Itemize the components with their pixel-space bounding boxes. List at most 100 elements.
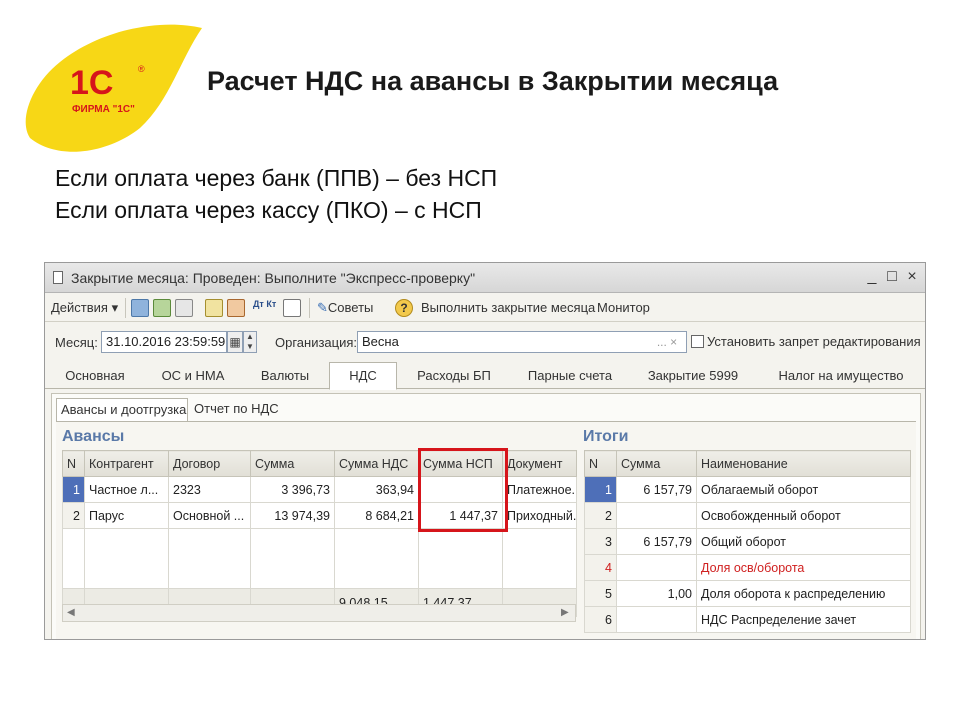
table-row[interactable]: 3 6 157,79 Общий оборот	[584, 528, 911, 555]
totals-title: Итоги	[583, 428, 629, 445]
unpost-document-icon[interactable]	[227, 299, 245, 317]
advice-icon: ✎	[317, 300, 328, 315]
row-number: 5	[584, 580, 617, 607]
column-header[interactable]: N	[62, 450, 85, 477]
table-row[interactable]: 2 Освобожденный оборот	[584, 502, 911, 529]
nsp-column-highlight	[418, 448, 508, 532]
amount-cell[interactable]: 6 157,79	[616, 528, 697, 555]
month-input[interactable]: 31.10.2016 23:59:59	[101, 331, 227, 353]
report-icon[interactable]	[283, 299, 301, 317]
window-titlebar: Закрытие месяца: Проведен: Выполните "Эк…	[45, 263, 925, 293]
column-header[interactable]: Сумма	[250, 450, 335, 477]
amount-cell[interactable]: 3 396,73	[250, 476, 335, 503]
scroll-right-icon[interactable]: ▶	[561, 607, 569, 618]
counterparty-cell[interactable]: Парус	[84, 502, 169, 529]
dt-kt-icon[interactable]: Дт Кт	[253, 300, 276, 318]
row-number: 2	[62, 502, 85, 529]
row-number: 1	[584, 476, 617, 503]
row-number: 4	[584, 554, 617, 581]
column-header[interactable]: Документ	[502, 450, 577, 477]
monitor-button[interactable]: Монитор	[597, 299, 650, 317]
name-cell[interactable]: НДС Распределение зачет	[696, 606, 911, 633]
tab-expenses[interactable]: Расходы БП	[409, 365, 499, 389]
slide-title: Расчет НДС на авансы в Закрытии месяца	[207, 66, 779, 96]
refresh-icon[interactable]	[153, 299, 171, 317]
maximize-button[interactable]: □	[883, 267, 901, 287]
save-icon[interactable]	[131, 299, 149, 317]
tab-fixed-assets[interactable]: ОС и НМА	[151, 365, 235, 389]
amount-cell[interactable]	[616, 554, 697, 581]
row-number: 3	[584, 528, 617, 555]
column-header[interactable]: Договор	[168, 450, 251, 477]
window-title: Закрытие месяца: Проведен: Выполните "Эк…	[71, 270, 476, 286]
tab-main[interactable]: Основная	[57, 365, 133, 389]
edit-lock-checkbox[interactable]	[691, 335, 704, 348]
close-button[interactable]: ×	[903, 267, 921, 287]
minimize-button[interactable]: _	[863, 267, 881, 287]
empty-area	[62, 528, 577, 589]
toolbar: Действия ▾ Дт Кт ✎Советы ? Выполнить зак…	[45, 294, 925, 322]
row-number: 6	[584, 606, 617, 633]
month-label: Месяц:	[55, 335, 98, 350]
column-header[interactable]: Наименование	[696, 450, 911, 477]
document-icon	[53, 271, 63, 284]
column-header[interactable]: Сумма НДС	[334, 450, 419, 477]
help-icon[interactable]: ?	[395, 299, 413, 317]
tab-vat[interactable]: НДС	[329, 362, 397, 390]
tab-closing-5999[interactable]: Закрытие 5999	[641, 365, 745, 389]
table-row[interactable]: 1 6 157,79 Облагаемый оборот	[584, 476, 911, 503]
amount-cell[interactable]: 6 157,79	[616, 476, 697, 503]
calendar-icon[interactable]: ▦	[227, 331, 243, 353]
post-document-icon[interactable]	[205, 299, 223, 317]
table-row[interactable]: 5 1,00 Доля оборота к распределению	[584, 580, 911, 607]
slide-text-line-2: Если оплата через кассу (ПКО) – с НСП	[55, 197, 482, 223]
slide-text-line-1: Если оплата через банк (ППВ) – без НСП	[55, 165, 498, 191]
actions-menu[interactable]: Действия ▾	[51, 299, 118, 317]
table-row[interactable]: 6 НДС Распределение зачет	[584, 606, 911, 633]
totals-header-row: N Сумма Наименование	[584, 450, 911, 477]
advances-content: Авансы Итоги N Контрагент Договор Сумма …	[56, 421, 916, 639]
row-number: 1	[62, 476, 85, 503]
column-header[interactable]: Контрагент	[84, 450, 169, 477]
amount-cell[interactable]: 1,00	[616, 580, 697, 607]
company-logo: 1С ® ФИРМА "1С"	[20, 20, 210, 160]
name-cell[interactable]: Доля осв/оборота	[696, 554, 911, 581]
horizontal-scrollbar[interactable]: ◀ ▶	[62, 604, 576, 622]
scroll-left-icon[interactable]: ◀	[67, 607, 75, 618]
name-cell[interactable]: Общий оборот	[696, 528, 911, 555]
counterparty-cell[interactable]: Частное л...	[84, 476, 169, 503]
table-row[interactable]: 4 Доля осв/оборота	[584, 554, 911, 581]
advances-title: Авансы	[62, 428, 125, 445]
contract-cell[interactable]: 2323	[168, 476, 251, 503]
tab-property-tax[interactable]: Налог на имущество	[771, 365, 911, 389]
logo-caption: ФИРМА "1С"	[72, 104, 135, 115]
document-cell[interactable]: Приходный...	[502, 502, 577, 529]
tab-currencies[interactable]: Валюты	[253, 365, 317, 389]
main-tabs: Основная ОС и НМА Валюты НДС Расходы БП …	[45, 361, 925, 390]
logo-mark: 1С	[70, 64, 113, 102]
run-month-close-button[interactable]: Выполнить закрытие месяца	[421, 299, 595, 317]
vat-amount-cell[interactable]: 8 684,21	[334, 502, 419, 529]
name-cell[interactable]: Облагаемый оборот	[696, 476, 911, 503]
month-close-window: Закрытие месяца: Проведен: Выполните "Эк…	[44, 262, 926, 640]
name-cell[interactable]: Освобожденный оборот	[696, 502, 911, 529]
organization-select-buttons[interactable]: ... ×	[649, 332, 685, 354]
organization-input[interactable]: Весна	[357, 331, 687, 353]
name-cell[interactable]: Доля оборота к распределению	[696, 580, 911, 607]
contract-cell[interactable]: Основной ...	[168, 502, 251, 529]
totals-table: N Сумма Наименование 1 6 157,79 Облагаем…	[584, 450, 911, 633]
copy-icon[interactable]	[175, 299, 193, 317]
amount-cell[interactable]	[616, 502, 697, 529]
document-cell[interactable]: Платежное...	[502, 476, 577, 503]
subtab-advances[interactable]: Авансы и доотгрузка	[56, 398, 188, 422]
amount-cell[interactable]: 13 974,39	[250, 502, 335, 529]
month-stepper[interactable]: ▲ ▼	[243, 331, 257, 353]
amount-cell[interactable]	[616, 606, 697, 633]
column-header[interactable]: Сумма	[616, 450, 697, 477]
subtab-vat-report[interactable]: Отчет по НДС	[190, 398, 282, 422]
column-header[interactable]: N	[584, 450, 617, 477]
edit-lock-label: Установить запрет редактирования	[707, 334, 921, 349]
tab-paired-accounts[interactable]: Парные счета	[519, 365, 621, 389]
vat-amount-cell[interactable]: 363,94	[334, 476, 419, 503]
advice-button[interactable]: ✎Советы	[317, 299, 373, 317]
